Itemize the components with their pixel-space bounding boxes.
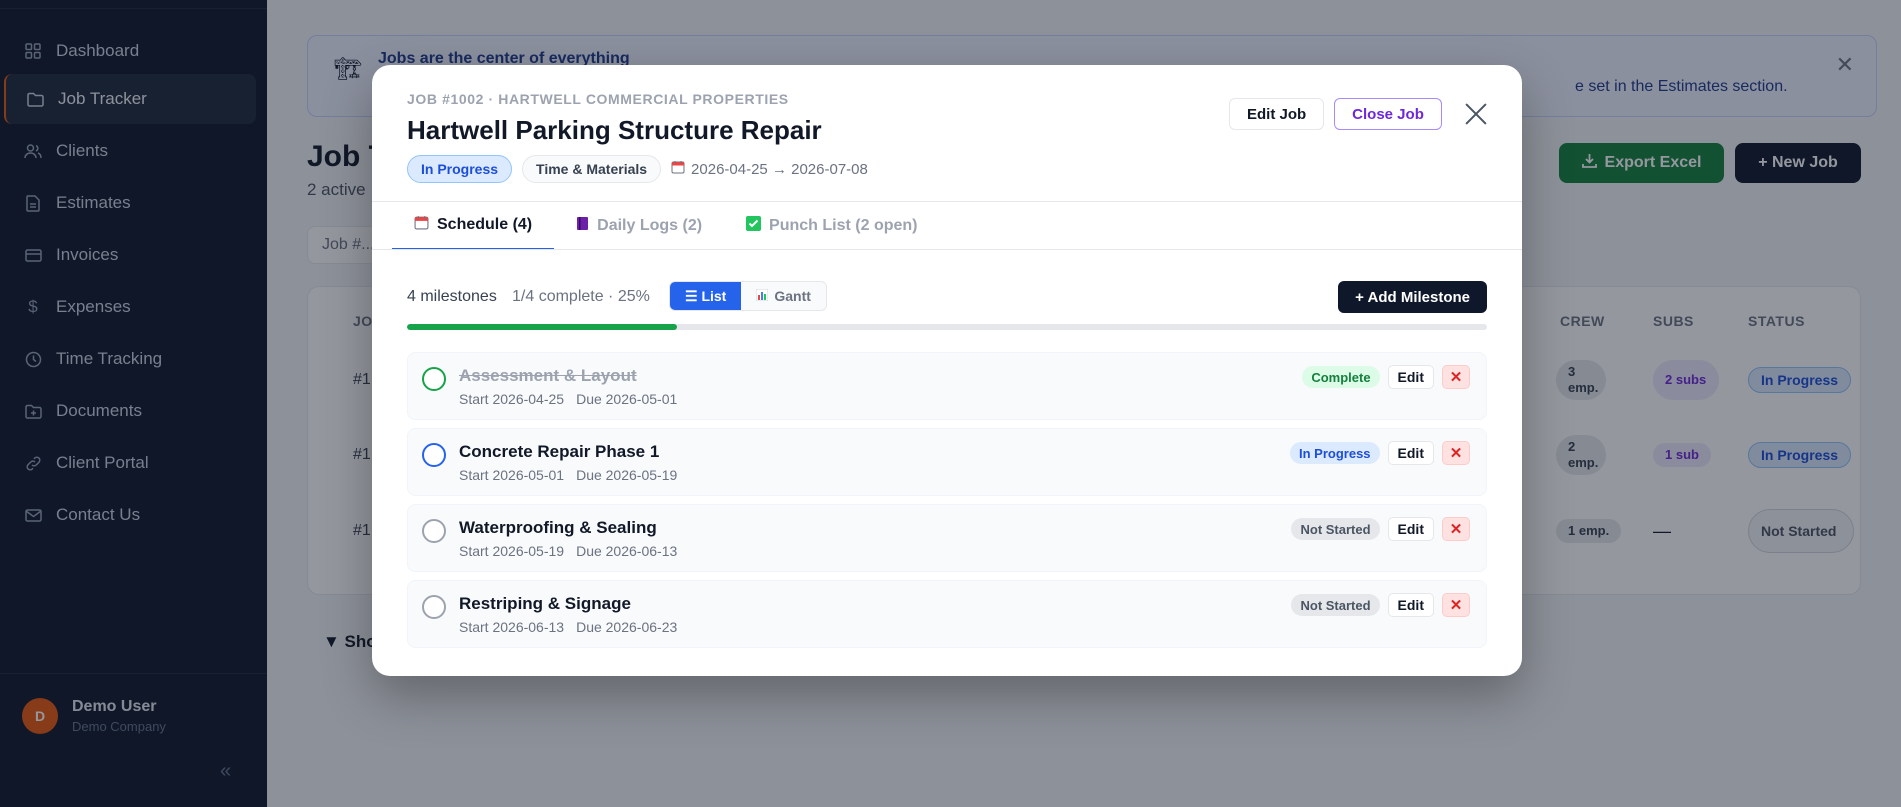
status-badge: Not Started xyxy=(1291,594,1380,616)
status-badge: Not Started xyxy=(1291,518,1380,540)
modal-tabs: Schedule (4) Daily Logs (2) Punch List (… xyxy=(392,202,940,250)
milestone-actions: Not Started Edit ✕ xyxy=(1291,593,1470,617)
progress-summary: 1/4 complete · 25% xyxy=(512,288,650,305)
edit-job-button[interactable]: Edit Job xyxy=(1229,98,1325,130)
close-job-button[interactable]: Close Job xyxy=(1334,98,1442,130)
milestone-name: Waterproofing & Sealing xyxy=(459,518,657,537)
view-toggle: ☰ List Gantt xyxy=(669,281,827,311)
bar-chart-icon xyxy=(755,288,769,304)
billing-type-badge: Time & Materials xyxy=(522,155,662,183)
milestone-count: 4 milestones xyxy=(407,288,497,305)
edit-milestone-button[interactable]: Edit xyxy=(1387,517,1434,541)
milestone-due: Due 2026-06-13 xyxy=(576,543,678,559)
tab-daily-logs[interactable]: Daily Logs (2) xyxy=(554,202,724,250)
tab-schedule[interactable]: Schedule (4) xyxy=(392,202,555,250)
status-circle-icon[interactable] xyxy=(422,443,446,467)
close-icon[interactable] xyxy=(1462,100,1490,128)
status-badge: Complete xyxy=(1302,366,1380,388)
milestone-dates: Start 2026-06-13 Due 2026-06-23 xyxy=(459,619,677,635)
milestone-start: Start 2026-05-01 xyxy=(459,467,565,483)
checkbox-icon xyxy=(746,216,762,236)
tab-label: Daily Logs (2) xyxy=(597,217,703,234)
date-range-text: 2026-04-25 → 2026-07-08 xyxy=(691,160,868,178)
milestone-start: Start 2026-04-25 xyxy=(459,391,565,407)
milestone-name: Concrete Repair Phase 1 xyxy=(459,442,660,461)
calendar-icon xyxy=(671,160,685,178)
date-range: 2026-04-25 → 2026-07-08 xyxy=(671,160,868,178)
gantt-label: Gantt xyxy=(774,288,811,304)
tab-label: Punch List (2 open) xyxy=(769,217,918,234)
milestone-name: Restriping & Signage xyxy=(459,594,631,613)
status-badge: In Progress xyxy=(1290,442,1380,464)
status-badge: In Progress xyxy=(407,155,513,183)
milestone-actions: Complete Edit ✕ xyxy=(1302,365,1470,389)
milestone-due: Due 2026-05-01 xyxy=(576,391,678,407)
milestone-dates: Start 2026-04-25 Due 2026-05-01 xyxy=(459,391,677,407)
milestone-due: Due 2026-06-23 xyxy=(576,619,678,635)
modal-actions: Edit Job Close Job xyxy=(1229,98,1490,130)
tab-label: Schedule (4) xyxy=(437,216,533,233)
delete-icon[interactable]: ✕ xyxy=(1442,441,1470,465)
job-detail-modal: JOB #1002 · HARTWELL COMMERCIAL PROPERTI… xyxy=(372,65,1522,676)
milestone-start: Start 2026-06-13 xyxy=(459,619,565,635)
milestone-item: Waterproofing & Sealing Start 2026-05-19… xyxy=(407,504,1487,572)
milestone-name: Assessment & Layout xyxy=(459,366,637,385)
milestone-item: Concrete Repair Phase 1 Start 2026-05-01… xyxy=(407,428,1487,496)
add-milestone-button[interactable]: + Add Milestone xyxy=(1338,281,1487,313)
divider xyxy=(372,249,1522,250)
progress-bar xyxy=(407,324,1487,330)
milestone-due: Due 2026-05-19 xyxy=(576,467,678,483)
job-breadcrumb: JOB #1002 · HARTWELL COMMERCIAL PROPERTI… xyxy=(407,91,789,107)
milestone-item: Assessment & Layout Start 2026-04-25 Due … xyxy=(407,352,1487,420)
list-view-button[interactable]: ☰ List xyxy=(670,282,742,310)
milestone-item: Restriping & Signage Start 2026-06-13 Due… xyxy=(407,580,1487,648)
schedule-toolbar: 4 milestones 1/4 complete · 25% ☰ List G… xyxy=(407,281,1487,313)
edit-milestone-button[interactable]: Edit xyxy=(1387,441,1434,465)
calendar-icon xyxy=(414,215,429,235)
status-circle-icon[interactable] xyxy=(422,519,446,543)
milestone-actions: Not Started Edit ✕ xyxy=(1291,517,1470,541)
job-meta: In Progress Time & Materials 2026-04-25 … xyxy=(407,155,868,183)
job-title: Hartwell Parking Structure Repair xyxy=(407,115,822,145)
status-circle-icon[interactable] xyxy=(422,367,446,391)
milestone-actions: In Progress Edit ✕ xyxy=(1290,441,1470,465)
milestone-dates: Start 2026-05-01 Due 2026-05-19 xyxy=(459,467,677,483)
edit-milestone-button[interactable]: Edit xyxy=(1387,593,1434,617)
delete-icon[interactable]: ✕ xyxy=(1442,365,1470,389)
delete-icon[interactable]: ✕ xyxy=(1442,517,1470,541)
tab-punch-list[interactable]: Punch List (2 open) xyxy=(724,202,939,250)
milestone-dates: Start 2026-05-19 Due 2026-06-13 xyxy=(459,543,677,559)
delete-icon[interactable]: ✕ xyxy=(1442,593,1470,617)
status-circle-icon[interactable] xyxy=(422,595,446,619)
notebook-icon xyxy=(576,216,589,236)
edit-milestone-button[interactable]: Edit xyxy=(1387,365,1434,389)
progress-fill xyxy=(407,324,677,330)
gantt-view-button[interactable]: Gantt xyxy=(741,282,826,310)
milestone-start: Start 2026-05-19 xyxy=(459,543,565,559)
